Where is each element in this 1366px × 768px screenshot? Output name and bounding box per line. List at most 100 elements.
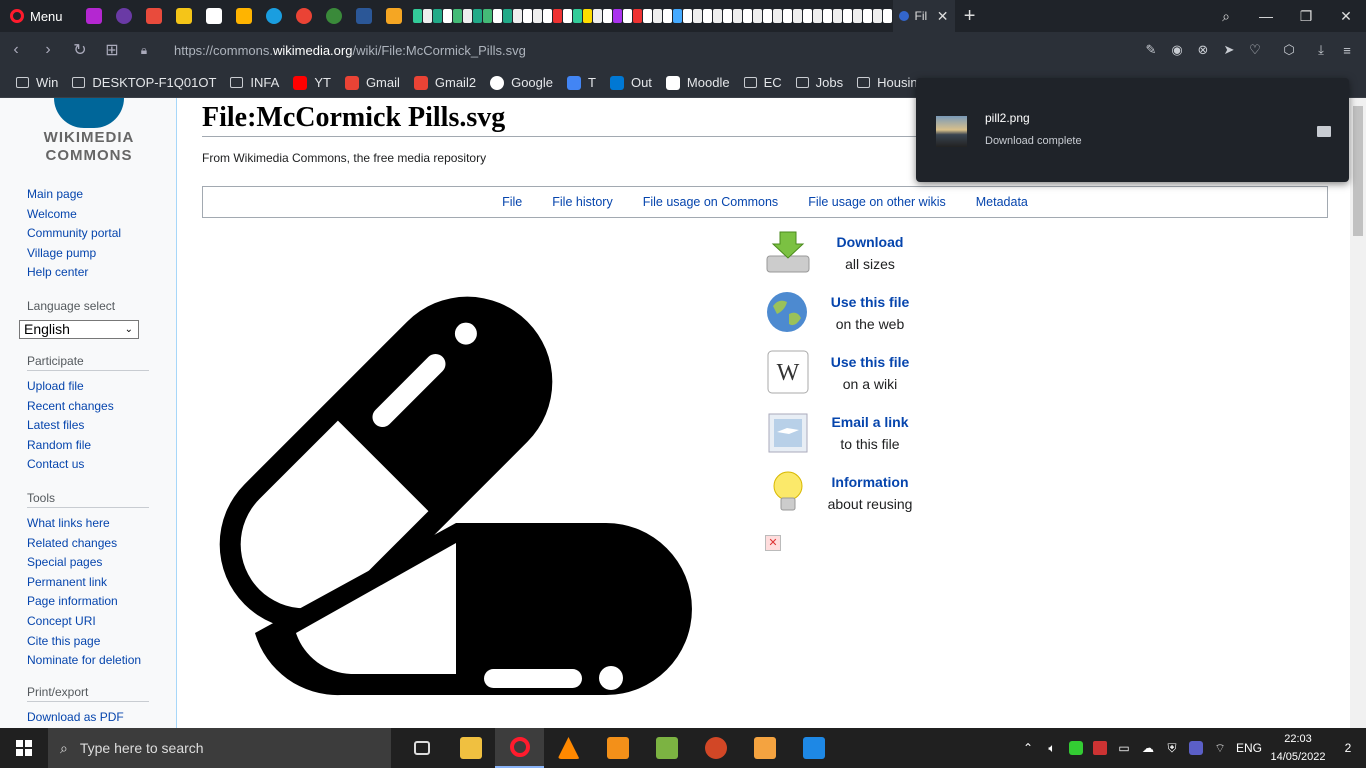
tab-file[interactable]: File [502,195,522,209]
sidebar-link-download-pdf[interactable]: Download as PDF [27,708,149,728]
pinned-tab[interactable] [199,0,229,32]
download-filename[interactable]: pill2.png [985,111,1030,125]
pinned-tab[interactable] [319,0,349,32]
mini-tab[interactable] [542,9,552,23]
sidebar-link-help-center[interactable]: Help center [27,263,121,283]
wifi-icon[interactable]: ⌔ [1208,728,1232,768]
back-button[interactable]: ‹ [0,32,32,68]
media-player-app[interactable] [740,728,789,768]
close-window-button[interactable]: ✕ [1326,0,1366,32]
mini-tab[interactable] [582,9,592,23]
folder-icon[interactable] [1317,126,1331,137]
pinned-tab[interactable] [169,0,199,32]
pinned-tab[interactable] [379,0,409,32]
minimize-button[interactable]: — [1246,0,1286,32]
sidebar-link-concept-uri[interactable]: Concept URI [27,612,149,632]
mini-tab[interactable] [412,9,422,23]
sidebar-link-permanent-link[interactable]: Permanent link [27,573,149,593]
restore-button[interactable]: ❐ [1286,0,1326,32]
bookmark-housing[interactable]: Housing [857,75,925,90]
taskbar-search[interactable]: ⌕ Type here to search [48,728,391,768]
notification-center[interactable]: 2 [1330,741,1366,755]
use-wiki-label[interactable]: Use this file [817,354,923,370]
pinned-tab[interactable] [349,0,379,32]
email-label[interactable]: Email a link [817,414,923,430]
mini-tab[interactable] [872,9,882,23]
sidebar-link-upload-file[interactable]: Upload file [27,377,149,397]
mini-tab[interactable] [662,9,672,23]
mini-tab[interactable] [842,9,852,23]
bookmark-win[interactable]: Win [16,75,58,90]
mini-tab[interactable] [802,9,812,23]
sidebar-link-community-portal[interactable]: Community portal [27,224,121,244]
teams-icon[interactable] [1184,728,1208,768]
pinned-tab[interactable] [139,0,169,32]
send-icon[interactable]: ➤ [1216,32,1242,68]
opera-menu-button[interactable]: Menu [0,0,73,32]
bookmark-translate[interactable]: T [567,75,596,90]
foxit-app[interactable] [593,728,642,768]
mini-tab[interactable] [722,9,732,23]
new-tab-button[interactable]: + [955,5,985,28]
bookmark-ec[interactable]: EC [743,75,782,90]
forward-button[interactable]: › [32,32,64,68]
mini-tab[interactable] [422,9,432,23]
opera-app[interactable] [495,728,544,768]
mini-tab[interactable] [452,9,462,23]
mini-tab[interactable] [532,9,542,23]
sidebar-link-what-links-here[interactable]: What links here [27,514,149,534]
mini-tab[interactable] [612,9,622,23]
mini-tab[interactable] [832,9,842,23]
bookmark-gmail2[interactable]: Gmail2 [413,75,476,90]
sidebar-link-related-changes[interactable]: Related changes [27,534,149,554]
email-link-action[interactable]: Email a link to this file [765,408,925,468]
pinned-tab[interactable] [289,0,319,32]
file-explorer-app[interactable] [446,728,495,768]
mini-tab[interactable] [462,9,472,23]
mini-tab[interactable] [512,9,522,23]
bookmark-yt[interactable]: YT [293,75,331,90]
mini-tab[interactable] [632,9,642,23]
tab-snapshot-icon[interactable]: ⊞ [96,32,128,68]
downloads-icon[interactable]: ⤓ [1308,32,1334,68]
mini-tab[interactable] [492,9,502,23]
sidebar-link-contact-us[interactable]: Contact us [27,455,149,475]
onedrive-icon[interactable]: ☁ [1136,728,1160,768]
pinned-tab[interactable] [109,0,139,32]
mini-tab[interactable] [472,9,482,23]
mini-tab[interactable] [502,9,512,23]
edit-icon[interactable]: ✎ [1138,32,1164,68]
pinned-tab[interactable] [259,0,289,32]
language-select[interactable]: English ⌄ [19,320,139,339]
search-tabs-icon[interactable]: ⌕ [1206,0,1246,32]
heart-icon[interactable]: ♡ [1242,32,1268,68]
mini-tab[interactable] [602,9,612,23]
sidebar-link-random-file[interactable]: Random file [27,436,149,456]
active-tab[interactable]: Fil ✕ [892,0,955,32]
cube-icon[interactable]: ⬡ [1276,32,1302,68]
notepad-app[interactable] [642,728,691,768]
mini-tab[interactable] [572,9,582,23]
information-action[interactable]: Information about reusing [765,468,925,528]
download-label[interactable]: Download [817,234,923,250]
clock[interactable]: 22:03 14/05/2022 [1266,730,1330,766]
mini-tab[interactable] [822,9,832,23]
pills-image[interactable] [201,248,721,718]
mini-tab[interactable] [442,9,452,23]
bookmark-infa[interactable]: INFA [230,75,279,90]
sidebar-link-welcome[interactable]: Welcome [27,205,121,225]
sidebar-link-latest-files[interactable]: Latest files [27,416,149,436]
mini-tab[interactable] [672,9,682,23]
mini-tab[interactable] [712,9,722,23]
mini-tab[interactable] [732,9,742,23]
tab-file-usage-other-wikis[interactable]: File usage on other wikis [808,195,946,209]
mini-tab[interactable] [682,9,692,23]
sidebar-link-recent-changes[interactable]: Recent changes [27,397,149,417]
tray-app-icon[interactable] [1088,728,1112,768]
mini-tab[interactable] [482,9,492,23]
download-action[interactable]: Download all sizes [765,228,925,288]
tab-metadata[interactable]: Metadata [976,195,1028,209]
mini-tab[interactable] [592,9,602,23]
security-icon[interactable] [1064,728,1088,768]
powerpoint-app[interactable] [691,728,740,768]
